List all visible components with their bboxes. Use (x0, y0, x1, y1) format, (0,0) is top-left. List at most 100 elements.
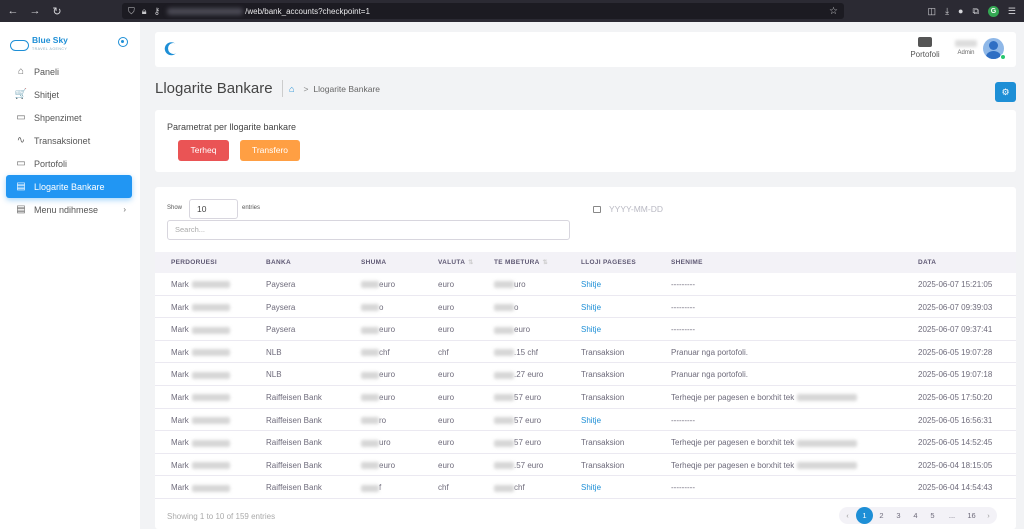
redacted-value (494, 371, 514, 379)
cell-payment-type[interactable]: Shitje (581, 416, 601, 425)
cell-payment-type[interactable]: Shitje (581, 303, 601, 312)
home-icon[interactable]: ⌂ (289, 84, 294, 94)
chevron-right-icon: › (123, 205, 126, 214)
table-row[interactable]: Mark Raiffeisen Bank uro euro 57 euro Transak… (155, 431, 1016, 454)
redacted-value (191, 394, 230, 402)
sidebar-item-transaksionet[interactable]: ∿ Transaksionet (6, 129, 132, 152)
search-input[interactable]: Search... (167, 220, 570, 240)
table-row[interactable]: Mark Paysera euro euro euro Shitje --------- 20… (155, 318, 1016, 341)
key-icon[interactable]: ⚷ (154, 6, 161, 17)
forward-icon[interactable]: → (26, 5, 44, 17)
browser-extensions: ◫ ⤓ ● ⧉ G ☰ (928, 0, 1016, 22)
cell-date: 2025-06-07 09:37:41 (918, 325, 992, 334)
column-header-remaining-label: TE MBETURA (494, 259, 540, 266)
cell-date-text: 2025-06-07 09:37:41 (918, 325, 993, 335)
column-header-date[interactable]: DATA (918, 259, 936, 266)
sidebar-item-llogarite-bankare[interactable]: ▤ Llogarite Bankare (6, 175, 132, 198)
cell-amount: euro (361, 461, 395, 470)
browser-toolbar: ← → ↻ ⛉ 🔒︎ ⚷ /web/bank_accounts?checkpoi… (0, 0, 1024, 22)
sidebar-item-shitjet[interactable]: 🛒 Shitjet (6, 83, 132, 106)
pagination-page-4[interactable]: 4 (907, 507, 924, 524)
column-header-user[interactable]: PERDORUESI (171, 259, 217, 266)
sidebar-item-shpenzimet[interactable]: ▭ Shpenzimet (6, 106, 132, 129)
activity-icon: ∿ (16, 135, 26, 146)
cell-date-text: 2025-06-05 19:07:18 (918, 370, 993, 380)
cell-amount: euro (361, 393, 395, 402)
sidebar-item-paneli[interactable]: ⌂ Paneli (6, 60, 132, 83)
table-row[interactable]: Mark NLB chf chf .15 chf Transaksion Pranuar n… (155, 341, 1016, 364)
column-header-payment-type[interactable]: LLOJI PAGESES (581, 259, 636, 266)
cell-bank: NLB (266, 370, 282, 379)
online-status-dot (1000, 54, 1006, 60)
table-row[interactable]: Mark Raiffeisen Bank f chf chf Shitje --------… (155, 476, 1016, 499)
cell-notes-text: --------- (671, 325, 695, 335)
cell-currency: chf (438, 348, 449, 357)
pagination-page-5[interactable]: 5 (924, 507, 941, 524)
table-row[interactable]: Mark Raiffeisen Bank euro euro 57 euro Transa… (155, 386, 1016, 409)
sort-icon: ⇅ (468, 260, 474, 266)
user-menu[interactable]: Admin (953, 38, 979, 56)
redacted-value (191, 484, 230, 492)
pagination-page-2[interactable]: 2 (873, 507, 890, 524)
sidebar-toggle-icon[interactable] (118, 37, 128, 47)
lock-icon[interactable]: 🔒︎ (142, 6, 147, 17)
wallet-link[interactable]: Portofoli (907, 37, 943, 59)
cell-currency-text: euro (438, 280, 455, 289)
download-icon[interactable]: ⤓ (945, 6, 949, 17)
cell-remaining-text: uro (514, 280, 526, 289)
withdraw-button[interactable]: Terheq (178, 140, 229, 161)
cell-payment-type[interactable]: Shitje (581, 483, 601, 492)
transfer-button[interactable]: Transfero (240, 140, 300, 161)
cell-amount: o (361, 303, 383, 312)
cell-bank-text: Raiffeisen Bank (266, 460, 322, 470)
pagination-page-16[interactable]: 16 (963, 507, 980, 524)
column-header-currency[interactable]: VALUTA ⇅ (438, 259, 474, 266)
address-bar[interactable]: ⛉ 🔒︎ ⚷ /web/bank_accounts?checkpoint=1 ☆ (122, 3, 844, 19)
pagination-page-3[interactable]: 3 (890, 507, 907, 524)
pagination-prev-button[interactable]: ‹ (839, 507, 856, 524)
back-icon[interactable]: ← (4, 5, 22, 17)
cell-bank: Raiffeisen Bank (266, 393, 322, 402)
sidebar-item-menu-ndihmese[interactable]: ▤ Menu ndihmese › (6, 198, 132, 221)
cell-currency: euro (438, 438, 454, 447)
cell-user-text: Mark (171, 438, 189, 448)
puzzle-icon[interactable]: ⧉ (972, 6, 978, 17)
pagination-ellipsis[interactable]: ... (941, 507, 963, 524)
table-row[interactable]: Mark Raiffeisen Bank euro euro .57 euro Trans… (155, 454, 1016, 477)
cell-remaining: uro (494, 280, 526, 289)
entries-per-page-input[interactable]: 10 (189, 199, 238, 219)
cell-notes: Terheqje per pagesen e borxhit tek (671, 461, 858, 470)
table-row[interactable]: Mark Raiffeisen Bank ro euro 57 euro Shitje --… (155, 409, 1016, 432)
date-filter-input[interactable]: YYYY-MM-DD (593, 204, 663, 214)
cell-payment-type[interactable]: Shitje (581, 280, 601, 289)
cell-payment-type: Transaksion (581, 370, 624, 379)
cell-currency-text: euro (438, 302, 455, 312)
settings-button[interactable]: ⚙ (995, 82, 1016, 102)
cell-payment-type[interactable]: Shitje (581, 325, 601, 334)
grammarly-icon[interactable]: G (987, 5, 999, 17)
dark-mode-moon-icon[interactable] (166, 41, 180, 55)
bank-params-card: Parametrat per llogarite bankare Terheq … (155, 110, 1016, 172)
menu-icon[interactable]: ☰ (1008, 6, 1016, 17)
column-header-remaining[interactable]: TE MBETURA ⇅ (494, 259, 548, 266)
reload-icon[interactable]: ↻ (48, 5, 66, 18)
shield-icon[interactable]: ⛉ (128, 6, 135, 17)
cell-amount-text: uro (379, 438, 391, 448)
cell-date-text: 2025-06-05 16:56:31 (918, 415, 993, 425)
bookmark-star-icon[interactable]: ☆ (829, 6, 838, 17)
column-header-bank[interactable]: BANKA (266, 259, 291, 266)
cell-user: Mark (171, 280, 230, 289)
extension-icon[interactable]: ● (958, 6, 963, 16)
cell-user-text: Mark (171, 347, 189, 357)
table-row[interactable]: Mark NLB euro euro .27 euro Transaksion Pranua… (155, 363, 1016, 386)
pocket-icon[interactable]: ◫ (928, 6, 937, 17)
redacted-value (191, 303, 230, 311)
sidebar-item-portofoli[interactable]: ▭ Portofoli (6, 152, 132, 175)
brand-logo[interactable]: Blue Sky TRAVEL AGENCY (10, 36, 68, 54)
column-header-amount[interactable]: SHUMA (361, 259, 386, 266)
table-row[interactable]: Mark Paysera o euro o Shitje --------- 2025-06-… (155, 296, 1016, 319)
pagination-page-1[interactable]: 1 (856, 507, 873, 524)
column-header-notes[interactable]: SHENIME (671, 259, 703, 266)
pagination-next-button[interactable]: › (980, 507, 997, 524)
table-row[interactable]: Mark Paysera euro euro uro Shitje --------- 202… (155, 273, 1016, 296)
